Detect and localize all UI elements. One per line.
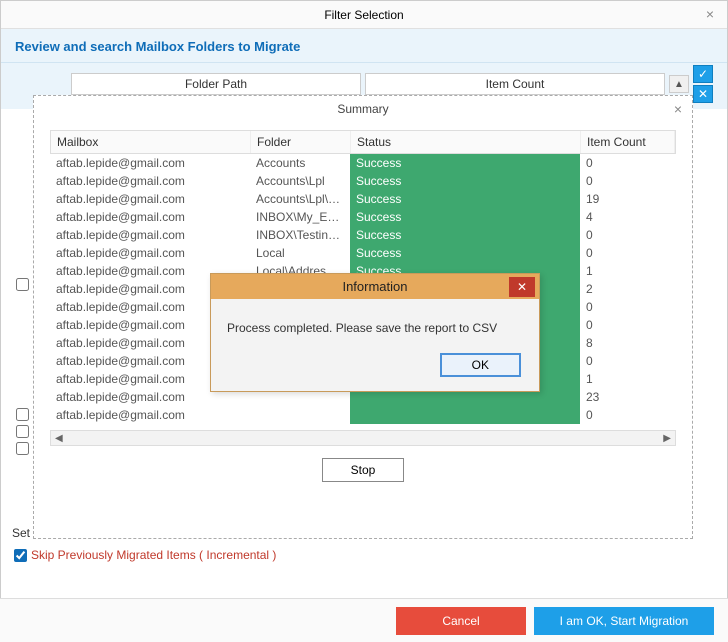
window-titlebar: Filter Selection × xyxy=(1,1,727,29)
cell-count: 0 xyxy=(580,318,676,332)
cell-status: Success xyxy=(350,226,580,244)
table-row[interactable]: aftab.lepide@gmail.comAccounts\Lpl\N...S… xyxy=(50,190,676,208)
cell-count: 2 xyxy=(580,282,676,296)
summary-close-icon[interactable]: × xyxy=(674,101,682,117)
table-row[interactable]: aftab.lepide@gmail.comINBOX\My_EmailsSuc… xyxy=(50,208,676,226)
cell-status: Success xyxy=(350,172,580,190)
left-checkbox-group xyxy=(16,278,29,291)
start-migration-button[interactable]: I am OK, Start Migration xyxy=(534,607,714,635)
cell-mailbox: aftab.lepide@gmail.com xyxy=(50,246,250,260)
cell-status: Success xyxy=(350,244,580,262)
scroll-left-icon[interactable]: ◀ xyxy=(55,433,63,444)
header-folder[interactable]: Folder xyxy=(251,131,351,153)
uncheck-all-icon[interactable]: ✕ xyxy=(693,85,713,103)
cell-mailbox: aftab.lepide@gmail.com xyxy=(50,174,250,188)
filter-selection-window: Filter Selection × Review and search Mai… xyxy=(0,0,728,642)
table-row[interactable]: aftab.lepide@gmail.comLocalSuccess0 xyxy=(50,244,676,262)
cell-count: 19 xyxy=(580,192,676,206)
cell-folder: Accounts\Lpl\N... xyxy=(250,192,350,206)
check-all-icon[interactable]: ✓ xyxy=(693,65,713,83)
cell-count: 8 xyxy=(580,336,676,350)
cell-status: Success xyxy=(350,190,580,208)
cell-count: 1 xyxy=(580,372,676,386)
row-checkbox[interactable] xyxy=(16,408,29,421)
cell-mailbox: aftab.lepide@gmail.com xyxy=(50,210,250,224)
cell-count: 0 xyxy=(580,354,676,368)
stop-button[interactable]: Stop xyxy=(322,458,405,482)
information-dialog: Information ✕ Process completed. Please … xyxy=(210,273,540,392)
cell-mailbox: aftab.lepide@gmail.com xyxy=(50,408,250,422)
row-checkbox[interactable] xyxy=(16,442,29,455)
cell-mailbox: aftab.lepide@gmail.com xyxy=(50,228,250,242)
cell-folder: Accounts xyxy=(250,156,350,170)
cell-count: 0 xyxy=(580,246,676,260)
info-titlebar: Information ✕ xyxy=(211,274,539,299)
ok-button[interactable]: OK xyxy=(440,353,521,377)
table-row[interactable]: aftab.lepide@gmail.comAccounts\LplSucces… xyxy=(50,172,676,190)
close-icon[interactable]: × xyxy=(701,5,719,23)
cell-folder: Local xyxy=(250,246,350,260)
row-checkbox[interactable] xyxy=(16,278,29,291)
skip-checkbox[interactable] xyxy=(14,549,27,562)
cell-count: 1 xyxy=(580,264,676,278)
cell-folder: INBOX\My_Emails xyxy=(250,210,350,224)
cell-count: 0 xyxy=(580,174,676,188)
skip-previously-migrated-row: Skip Previously Migrated Items ( Increme… xyxy=(14,548,276,562)
summary-title: Summary xyxy=(337,102,388,116)
cell-status: Success xyxy=(350,208,580,226)
header-mailbox[interactable]: Mailbox xyxy=(51,131,251,153)
row-checkbox[interactable] xyxy=(16,425,29,438)
scroll-up-icon[interactable]: ▲ xyxy=(669,75,689,93)
scroll-right-icon[interactable]: ▶ xyxy=(663,433,671,444)
cancel-button[interactable]: Cancel xyxy=(396,607,526,635)
cell-count: 23 xyxy=(580,390,676,404)
horizontal-scrollbar[interactable]: ◀ ▶ xyxy=(50,430,676,446)
cell-folder: Accounts\Lpl xyxy=(250,174,350,188)
settings-label: Set xyxy=(12,526,30,540)
cell-count: 4 xyxy=(580,210,676,224)
cell-status xyxy=(350,406,580,424)
header-status[interactable]: Status xyxy=(351,131,581,153)
skip-label: Skip Previously Migrated Items ( Increme… xyxy=(31,548,276,562)
cell-status: Success xyxy=(350,154,580,172)
info-close-icon[interactable]: ✕ xyxy=(509,277,535,297)
cell-count: 0 xyxy=(580,300,676,314)
cell-mailbox: aftab.lepide@gmail.com xyxy=(50,156,250,170)
table-row[interactable]: aftab.lepide@gmail.comINBOX\Testing MSuc… xyxy=(50,226,676,244)
window-title: Filter Selection xyxy=(324,8,403,22)
cell-count: 0 xyxy=(580,228,676,242)
table-row[interactable]: aftab.lepide@gmail.comAccountsSuccess0 xyxy=(50,154,676,172)
footer-bar: Cancel I am OK, Start Migration xyxy=(0,598,728,642)
table-row[interactable]: aftab.lepide@gmail.com 0 xyxy=(50,406,676,424)
cell-mailbox: aftab.lepide@gmail.com xyxy=(50,192,250,206)
cell-mailbox: aftab.lepide@gmail.com xyxy=(50,390,250,404)
info-message: Process completed. Please save the repor… xyxy=(211,299,539,349)
info-title: Information xyxy=(342,279,407,294)
cell-count: 0 xyxy=(580,408,676,422)
cell-folder: INBOX\Testing M xyxy=(250,228,350,242)
cell-count: 0 xyxy=(580,156,676,170)
column-item-count[interactable]: Item Count xyxy=(365,73,665,95)
page-subtitle: Review and search Mailbox Folders to Mig… xyxy=(1,29,727,63)
summary-header-row: Mailbox Folder Status Item Count xyxy=(50,130,676,154)
summary-title-bar: Summary × xyxy=(34,96,692,122)
left-checkbox-group-2 xyxy=(16,408,29,455)
header-item-count[interactable]: Item Count xyxy=(581,131,675,153)
column-folder-path[interactable]: Folder Path xyxy=(71,73,361,95)
